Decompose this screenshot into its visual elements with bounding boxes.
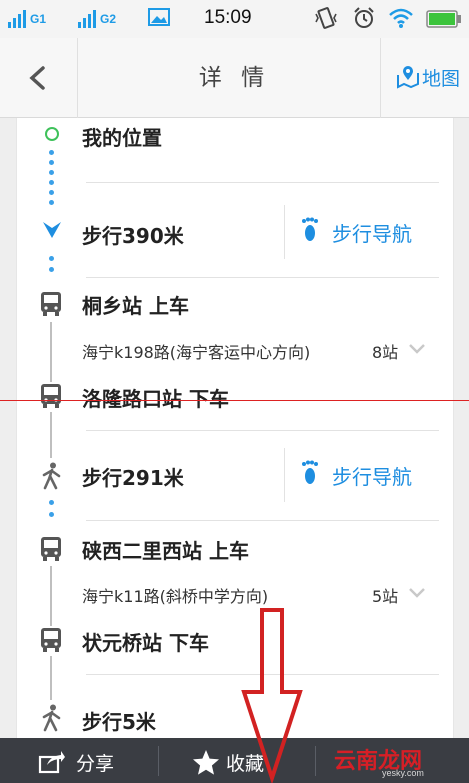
walk-step-label: 步行390米 — [82, 224, 184, 248]
share-button[interactable]: 分享 — [0, 738, 158, 783]
alarm-icon — [354, 7, 374, 28]
star-icon — [193, 750, 219, 775]
watermark-site: yesky.com — [382, 768, 424, 778]
footprint-icon — [302, 460, 318, 484]
bus-line-name: 海宁k198路(海宁客运中心方向) — [82, 343, 311, 362]
bus-icon — [41, 292, 61, 316]
divider — [86, 430, 439, 431]
walk-navigation-button[interactable]: 步行导航 — [284, 205, 444, 259]
board-stop-label: 硖西二里西站 上车 — [82, 539, 249, 563]
connector-line — [50, 412, 52, 458]
divider — [86, 277, 439, 278]
map-button[interactable]: 地图 — [380, 38, 469, 118]
map-label: 地图 — [422, 68, 461, 90]
walk-step-label: 步行5米 — [82, 710, 156, 734]
connector-line — [50, 656, 52, 700]
chevron-left-icon — [29, 66, 45, 90]
footprint-icon — [302, 217, 318, 241]
right-gutter — [454, 118, 469, 738]
watermark: 云南龙网 yesky.com — [316, 738, 469, 783]
alight-stop-label: 洛隆路口站 下车 — [82, 387, 229, 411]
pedestrian-icon — [42, 462, 61, 490]
signal-icon — [8, 10, 26, 28]
bus-icon — [41, 537, 61, 561]
clock: 15:09 — [204, 7, 252, 28]
bus-route-line — [50, 566, 52, 626]
bus-line-name: 海宁k11路(斜桥中学方向) — [82, 587, 269, 606]
stop-count: 8站 — [372, 343, 399, 362]
signal-icon — [78, 10, 96, 28]
start-location-label: 我的位置 — [82, 126, 162, 150]
bus-icon — [41, 628, 61, 652]
direction-arrow-icon — [43, 222, 61, 238]
wifi-icon — [389, 8, 413, 28]
map-pin-icon — [397, 66, 419, 89]
back-button[interactable] — [0, 38, 78, 118]
bus-icon — [41, 384, 61, 408]
walk-navigation-label: 步行导航 — [332, 222, 412, 246]
status-bar: G1 G2 15:09 — [0, 0, 469, 38]
pedestrian-icon — [42, 704, 61, 732]
alight-stop-label: 状元桥站 下车 — [82, 631, 209, 655]
divider — [86, 182, 439, 183]
expand-stops-button[interactable] — [408, 587, 426, 599]
bus-route-line — [50, 322, 52, 382]
expand-stops-button[interactable] — [408, 343, 426, 355]
stop-count: 5站 — [372, 587, 399, 606]
sim1-label: G1 — [30, 12, 47, 26]
annotation-arrow — [241, 608, 303, 783]
divider — [86, 520, 439, 521]
title-bar: 详 情 地图 — [0, 38, 469, 118]
walk-step-label: 步行291米 — [82, 466, 184, 490]
battery-icon — [426, 10, 461, 28]
left-gutter — [0, 118, 16, 738]
walk-navigation-button[interactable]: 步行导航 — [284, 448, 444, 502]
start-point-icon — [45, 127, 59, 141]
annotation-line — [0, 400, 469, 401]
sim2-label: G2 — [100, 12, 117, 26]
walk-navigation-label: 步行导航 — [332, 465, 412, 489]
vibrate-icon — [315, 7, 337, 29]
board-stop-label: 桐乡站 上车 — [82, 294, 189, 318]
image-icon — [148, 8, 170, 26]
share-label: 分享 — [76, 753, 115, 775]
share-icon — [38, 751, 65, 774]
